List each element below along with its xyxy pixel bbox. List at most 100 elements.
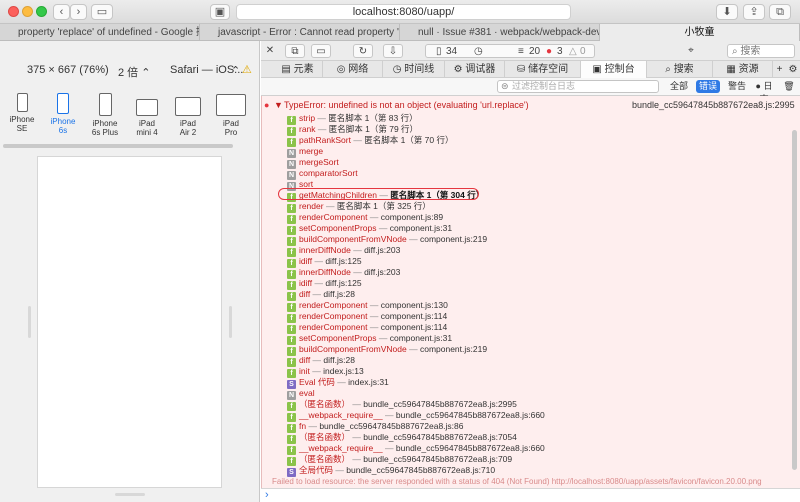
stack-frame[interactable]: f diff — diff.js:28 (287, 355, 355, 367)
detach-button[interactable]: ⧉ (285, 44, 305, 58)
disclosure-triangle-icon[interactable]: ▼ (274, 99, 283, 111)
inspector-search-input[interactable]: ⌕ 搜索 (727, 44, 795, 58)
tab-active-page[interactable]: 小牧童 (600, 24, 800, 41)
activity-summary[interactable]: ▯ 34 ◷ ≡ 20 ● 3 △ 0 (425, 44, 595, 58)
close-window-button[interactable] (8, 6, 19, 17)
tab-console[interactable]: ▣ 控制台 (581, 61, 647, 78)
stack-frame[interactable]: f setComponentProps — component.js:31 (287, 333, 452, 345)
tab-debugger[interactable]: ⚙ 调试器 (445, 61, 505, 78)
stack-frame[interactable]: f buildComponentFromVNode — component.js:… (287, 344, 487, 356)
device-iphone-6s[interactable]: iPhone 6s (43, 93, 83, 135)
stack-frame[interactable]: Neval (287, 388, 315, 400)
tab-stackoverflow[interactable]: javascript - Error : Cannot read propert… (200, 24, 400, 41)
filter-warnings-button[interactable]: 警告 (726, 80, 748, 93)
stack-frame-location[interactable]: component.js:31 (390, 223, 452, 233)
stack-frame-location[interactable]: bundle_cc59647845b887672ea8.js:2995 (363, 399, 517, 409)
add-tab-button[interactable]: + (773, 61, 786, 78)
resolution-label[interactable]: 375 × 667 (76%) (27, 64, 109, 76)
reload-button[interactable]: ↻ (353, 44, 373, 58)
sidebar-button[interactable]: ▭ (91, 4, 113, 20)
stack-frame-location[interactable]: 匿名脚本 1（第 79 行） (329, 124, 418, 134)
stack-frame-location[interactable]: bundle_cc59647845b887672ea8.js:86 (319, 421, 463, 431)
device-iphone-se[interactable]: iPhone SE (2, 93, 42, 133)
minimize-window-button[interactable] (22, 6, 33, 17)
close-inspector-button[interactable]: ✕ (264, 44, 276, 58)
dock-bottom-button[interactable]: ▭ (311, 44, 331, 58)
tab-elements[interactable]: ▤ 元素 (273, 61, 323, 78)
stack-frame-location[interactable]: bundle_cc59647845b887672ea8.js:709 (363, 454, 512, 464)
tab-github-issue[interactable]: null · Issue #381 · webpack/webpack-dev-… (400, 24, 600, 41)
back-button[interactable]: ‹ (53, 4, 70, 20)
responsive-mode-button[interactable]: ▣ (210, 4, 230, 20)
filter-logs-button[interactable]: ● 日志 (752, 80, 776, 104)
stack-frame-location[interactable]: diff.js:125 (325, 256, 361, 266)
stack-frame[interactable]: f renderComponent — component.js:89 (287, 212, 443, 224)
stack-frame-location[interactable]: 匿名脚本 1（第 83 行） (328, 113, 417, 123)
download-archive-button[interactable]: ⇩ (383, 44, 403, 58)
scale-select[interactable]: 2 倍 ⌃ (118, 64, 150, 80)
stack-frame-location[interactable]: component.js:130 (381, 300, 448, 310)
stack-frame[interactable]: NmergeSort (287, 157, 339, 169)
device-iphone-6s-plus[interactable]: iPhone 6s Plus (85, 93, 125, 137)
stack-frame[interactable]: f renderComponent — component.js:130 (287, 300, 448, 312)
console-scrollbar[interactable] (792, 130, 797, 470)
device-ipad-pro[interactable]: iPad Pro (211, 93, 251, 137)
share-button[interactable]: ⇪ (743, 4, 765, 20)
stack-frame[interactable]: f （匿名函数） — bundle_cc59647845b887672ea8.js… (287, 432, 517, 444)
resize-handle-right[interactable] (229, 306, 232, 338)
tab-storage[interactable]: ⛁ 储存空间 (505, 61, 581, 78)
stack-frame[interactable]: f （匿名函数） — bundle_cc59647845b887672ea8.js… (287, 399, 517, 411)
stack-frame-location[interactable]: diff.js:203 (364, 245, 400, 255)
stack-frame-location[interactable]: bundle_cc59647845b887672ea8.js:660 (396, 443, 545, 453)
stack-frame-location[interactable]: component.js:114 (381, 311, 447, 321)
stack-frame[interactable]: f rank — 匿名脚本 1（第 79 行） (287, 124, 418, 136)
stack-frame[interactable]: S 全局代码 — bundle_cc59647845b887672ea8.js:7… (287, 465, 495, 477)
stack-frame-location[interactable]: diff.js:125 (325, 278, 361, 288)
filter-all-button[interactable]: 全部 (668, 80, 690, 93)
stack-frame[interactable]: f fn — bundle_cc59647845b887672ea8.js:86 (287, 421, 464, 433)
stack-frame-location[interactable]: index.js:13 (323, 366, 364, 376)
stack-frame[interactable]: S Eval 代码 — index.js:31 (287, 377, 389, 389)
forward-button[interactable]: › (70, 4, 87, 20)
console-filter-input[interactable]: ⊜ 过滤控制台日志 (497, 80, 659, 93)
tab-google-search[interactable]: property 'replace' of undefined - Google… (0, 24, 200, 41)
stack-frame[interactable]: f __webpack_require__ — bundle_cc59647845… (287, 443, 545, 455)
stack-frame[interactable]: f renderComponent — component.js:114 (287, 322, 447, 334)
show-tabs-button[interactable]: ⧉ (769, 4, 791, 20)
stack-frame[interactable]: f __webpack_require__ — bundle_cc59647845… (287, 410, 545, 422)
error-source-link[interactable]: bundle_cc59647845b887672ea8.js:2995 (632, 99, 795, 111)
stack-frame[interactable]: f （匿名函数） — bundle_cc59647845b887672ea8.js… (287, 454, 512, 466)
stack-frame[interactable]: f buildComponentFromVNode — component.js:… (287, 234, 487, 246)
stack-frame-location[interactable]: index.js:31 (348, 377, 389, 387)
stack-frame[interactable]: f renderComponent — component.js:114 (287, 311, 447, 323)
inspect-element-button[interactable]: ⌖ (681, 44, 701, 58)
stack-frame[interactable]: f init — index.js:13 (287, 366, 364, 378)
stack-frame[interactable]: f setComponentProps — component.js:31 (287, 223, 452, 235)
tab-search[interactable]: ⌕ 搜索 (647, 61, 713, 78)
stack-frame[interactable]: Nmerge (287, 146, 323, 158)
stack-frame[interactable]: f pathRankSort — 匿名脚本 1（第 70 行） (287, 135, 454, 147)
settings-button[interactable]: ⚙ (786, 61, 800, 78)
stack-frame[interactable]: f innerDiffNode — diff.js:203 (287, 267, 400, 279)
console-prompt[interactable]: › (261, 488, 800, 502)
stack-frame-location[interactable]: 匿名脚本 1（第 70 行） (364, 135, 453, 145)
stack-frame[interactable]: f diff — diff.js:28 (287, 289, 355, 301)
tab-network[interactable]: ◎ 网络 (323, 61, 383, 78)
tab-timeline[interactable]: ◷ 时间线 (383, 61, 445, 78)
error-message[interactable]: ● ▼ TypeError: undefined is not an objec… (262, 99, 800, 111)
stack-frame-location[interactable]: 匿名脚本 1（第 325 行） (337, 201, 431, 211)
stack-frame[interactable]: NcomparatorSort (287, 168, 358, 180)
device-ipad-mini-4[interactable]: iPad mini 4 (127, 93, 167, 137)
stack-frame-location[interactable]: bundle_cc59647845b887672ea8.js:7054 (363, 432, 517, 442)
stack-frame[interactable]: f idiff — diff.js:125 (287, 256, 362, 268)
stack-frame[interactable]: f innerDiffNode — diff.js:203 (287, 245, 400, 257)
stack-frame-location[interactable]: component.js:219 (420, 234, 487, 244)
stack-frame-location[interactable]: component.js:31 (390, 333, 452, 343)
stack-frame-location[interactable]: diff.js:28 (323, 289, 355, 299)
horizontal-scrollbar[interactable] (3, 144, 233, 148)
filter-errors-button[interactable]: 错误 (696, 80, 720, 93)
stack-frame[interactable]: f strip — 匿名脚本 1（第 83 行） (287, 113, 418, 125)
stack-frame-location[interactable]: component.js:219 (420, 344, 487, 354)
stack-frame[interactable]: f idiff — diff.js:125 (287, 278, 362, 290)
stack-frame-location[interactable]: diff.js:28 (323, 355, 355, 365)
